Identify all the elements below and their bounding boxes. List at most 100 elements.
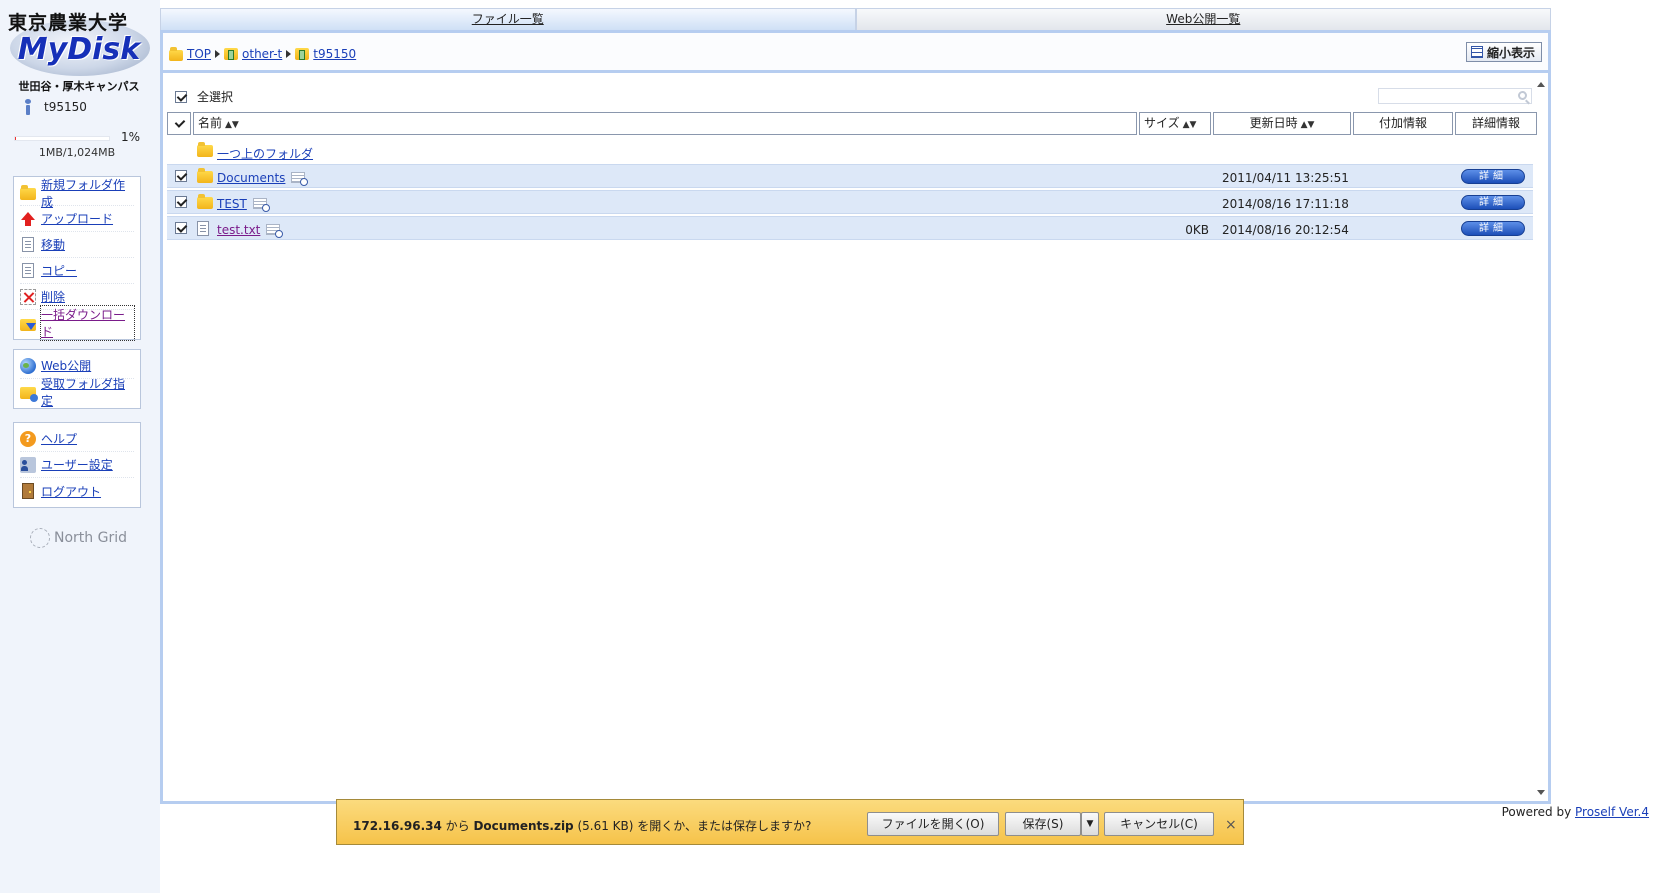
menu-new-folder[interactable]: 新規フォルダ作成 xyxy=(20,178,134,209)
scroll-up-arrow-icon[interactable] xyxy=(1537,82,1545,87)
file-name-link[interactable]: test.txt xyxy=(217,223,260,237)
up-folder-link[interactable]: 一つ上のフォルダ xyxy=(217,145,313,162)
user-info: t95150 xyxy=(24,98,87,116)
search-input[interactable] xyxy=(1378,88,1532,104)
logout-icon xyxy=(22,483,34,499)
menu-help-label[interactable]: ヘルプ xyxy=(41,430,77,447)
breadcrumb-current[interactable]: t95150 xyxy=(313,47,356,61)
table-row[interactable]: test.txt 0KB 2014/08/16 20:12:54 詳細 xyxy=(167,216,1533,240)
header-checkbox-column[interactable] xyxy=(167,112,191,135)
menu-user-settings[interactable]: ユーザー設定 xyxy=(20,452,134,478)
file-table-header: 名前 ▲▼ サイズ ▲▼ 更新日時 ▲▼ 付加情報 詳細情報 xyxy=(167,112,1537,136)
sort-arrows-icon[interactable]: ▲▼ xyxy=(1183,120,1197,130)
menu-receive-folder-label[interactable]: 受取フォルダ指定 xyxy=(41,375,134,409)
download-message: 172.16.96.34 から Documents.zip (5.61 KB) … xyxy=(353,817,811,834)
save-options-dropdown[interactable]: ▼ xyxy=(1081,812,1099,836)
download-size: (5.61 KB) xyxy=(573,819,638,833)
table-row[interactable]: Documents 2011/04/11 13:25:51 詳細 xyxy=(167,164,1533,188)
menu-copy-label[interactable]: コピー xyxy=(41,262,77,279)
vertical-scrollbar[interactable] xyxy=(1534,76,1548,801)
quota-percent: 1% xyxy=(120,130,140,144)
breadcrumb-top[interactable]: TOP xyxy=(187,47,211,61)
row-checkbox[interactable] xyxy=(175,170,187,182)
preview-icon[interactable] xyxy=(266,224,284,238)
header-name[interactable]: 名前 ▲▼ xyxy=(193,112,1137,135)
menu-upload[interactable]: アップロード xyxy=(20,206,134,232)
file-name-link[interactable]: Documents xyxy=(217,171,285,185)
select-all[interactable]: 全選択 xyxy=(175,88,233,105)
copy-icon xyxy=(22,263,34,278)
folder-icon xyxy=(197,168,213,183)
globe-icon xyxy=(20,357,36,374)
header-detail-info[interactable]: 詳細情報 xyxy=(1455,112,1537,135)
header-modified[interactable]: 更新日時 ▲▼ xyxy=(1213,112,1351,135)
proself-link[interactable]: Proself Ver.4 xyxy=(1575,805,1649,819)
menu-delete-label[interactable]: 削除 xyxy=(41,288,65,305)
user-icon xyxy=(24,99,32,115)
menu-user-settings-label[interactable]: ユーザー設定 xyxy=(41,456,113,473)
header-extra-info[interactable]: 付加情報 xyxy=(1353,112,1453,135)
file-actions-panel: 新規フォルダ作成 アップロード 移動 コピー 削除 一括ダウンロード xyxy=(13,176,141,341)
menu-upload-label[interactable]: アップロード xyxy=(41,210,113,227)
powered-by: Powered by Proself Ver.4 xyxy=(1502,805,1649,819)
select-all-label: 全選択 xyxy=(197,90,234,104)
select-all-checkbox[interactable] xyxy=(175,90,187,103)
mydisk-logo[interactable]: 東京農業大学 MyDisk 世田谷・厚木キャンパス xyxy=(4,6,154,94)
open-file-button[interactable]: ファイルを開く(O) xyxy=(867,812,999,836)
detail-button[interactable]: 詳細 xyxy=(1461,169,1525,184)
menu-bulk-download-label[interactable]: 一括ダウンロード xyxy=(40,305,135,341)
row-checkbox[interactable] xyxy=(175,222,187,234)
compact-view-button[interactable]: 縮小表示 xyxy=(1465,42,1542,62)
cancel-button[interactable]: キャンセル(C) xyxy=(1104,812,1214,836)
file-modified: 2014/08/16 20:12:54 xyxy=(1222,223,1349,237)
table-row[interactable]: TEST 2014/08/16 17:11:18 詳細 xyxy=(167,190,1533,214)
download-filename: Documents.zip xyxy=(473,819,574,833)
save-button[interactable]: 保存(S) xyxy=(1005,812,1081,836)
text-file-icon xyxy=(197,221,209,236)
north-grid-text: North Grid xyxy=(54,530,127,546)
tab-web-publish-list[interactable]: Web公開一覧 xyxy=(855,8,1551,30)
menu-new-folder-label[interactable]: 新規フォルダ作成 xyxy=(41,176,134,210)
delete-icon xyxy=(20,288,36,305)
menu-receive-folder[interactable]: 受取フォルダ指定 xyxy=(20,377,134,408)
new-folder-icon xyxy=(20,184,36,200)
menu-copy[interactable]: コピー xyxy=(20,258,134,284)
menu-bulk-download[interactable]: 一括ダウンロード xyxy=(20,305,135,341)
preview-icon[interactable] xyxy=(291,172,309,186)
close-icon[interactable]: × xyxy=(1225,817,1237,833)
tab-file-list[interactable]: ファイル一覧 xyxy=(160,8,856,30)
detail-button[interactable]: 詳細 xyxy=(1461,195,1525,210)
menu-web-publish-label[interactable]: Web公開 xyxy=(41,357,91,374)
file-size: 0KB xyxy=(1185,223,1209,237)
breadcrumb-other-t[interactable]: other-t xyxy=(242,47,282,61)
north-grid-logo: North Grid xyxy=(26,524,127,552)
menu-logout-label[interactable]: ログアウト xyxy=(41,483,101,500)
header-modified-label: 更新日時 xyxy=(1249,116,1298,130)
user-name: t95150 xyxy=(44,100,87,114)
menu-move[interactable]: 移動 xyxy=(20,232,134,258)
folder-icon xyxy=(197,142,213,157)
menu-logout[interactable]: ログアウト xyxy=(20,478,134,504)
scroll-down-arrow-icon[interactable] xyxy=(1537,790,1545,795)
user-settings-icon xyxy=(20,456,36,473)
row-checkbox[interactable] xyxy=(175,196,187,208)
north-grid-icon xyxy=(26,524,54,552)
search-icon[interactable] xyxy=(1518,91,1527,100)
header-name-label: 名前 xyxy=(198,116,223,130)
file-name-link[interactable]: TEST xyxy=(217,197,247,211)
menu-help[interactable]: ヘルプ xyxy=(20,426,134,452)
quota-bar xyxy=(14,136,110,141)
menu-move-label[interactable]: 移動 xyxy=(41,236,65,253)
bulk-download-icon xyxy=(20,318,36,331)
help-icon xyxy=(20,430,36,447)
up-folder-row[interactable]: 一つ上のフォルダ xyxy=(167,139,1533,163)
logo-university: 東京農業大学 xyxy=(8,12,129,34)
header-size[interactable]: サイズ ▲▼ xyxy=(1139,112,1211,135)
download-from: から xyxy=(441,819,474,833)
breadcrumb: TOP other-t t95150 xyxy=(169,46,356,61)
sort-arrows-icon[interactable]: ▲▼ xyxy=(1301,120,1315,130)
preview-icon[interactable] xyxy=(252,198,270,212)
file-modified: 2011/04/11 13:25:51 xyxy=(1222,171,1349,185)
sort-arrows-icon[interactable]: ▲▼ xyxy=(225,120,239,130)
detail-button[interactable]: 詳細 xyxy=(1461,221,1525,236)
